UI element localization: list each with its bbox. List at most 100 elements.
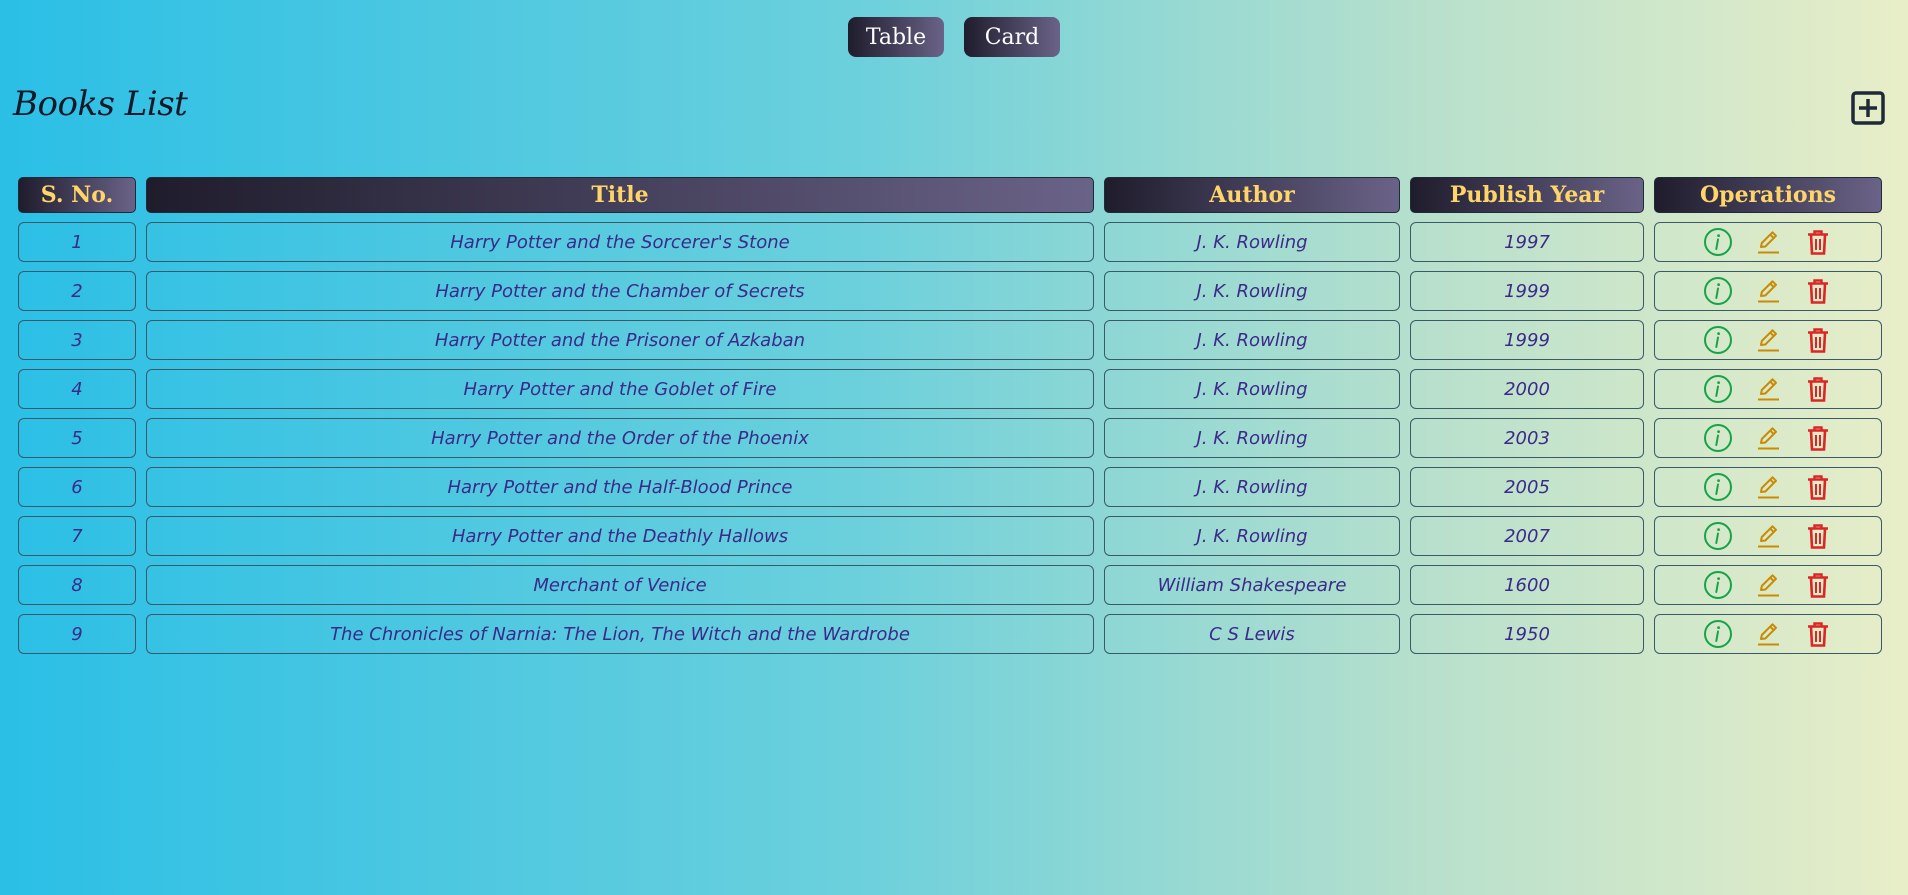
show-details-button[interactable] <box>1702 569 1734 601</box>
trash-icon <box>1808 426 1828 451</box>
cell-author: J. K. Rowling <box>1104 418 1400 458</box>
edit-book-button[interactable] <box>1752 324 1784 356</box>
cell-author: J. K. Rowling <box>1104 369 1400 409</box>
delete-book-button[interactable] <box>1802 373 1834 405</box>
cell-sno: 8 <box>18 565 136 605</box>
delete-book-button[interactable] <box>1802 422 1834 454</box>
show-details-button[interactable] <box>1702 520 1734 552</box>
delete-book-button[interactable] <box>1802 569 1834 601</box>
pencil-icon <box>1758 329 1779 352</box>
trash-icon <box>1808 622 1828 647</box>
cell-author: C S Lewis <box>1104 614 1400 654</box>
delete-book-button[interactable] <box>1802 226 1834 258</box>
info-circle-icon <box>1704 620 1732 648</box>
info-circle-icon <box>1704 375 1732 403</box>
show-details-button[interactable] <box>1702 422 1734 454</box>
edit-book-button[interactable] <box>1752 226 1784 258</box>
cell-author: William Shakespeare <box>1104 565 1400 605</box>
cell-author: J. K. Rowling <box>1104 516 1400 556</box>
table-row: 6 Harry Potter and the Half-Blood Prince J… <box>18 467 1882 507</box>
show-details-button[interactable] <box>1702 226 1734 258</box>
table-view-button[interactable]: Table <box>848 17 944 57</box>
pencil-icon <box>1758 623 1779 646</box>
header-publish-year: Publish Year <box>1410 177 1644 213</box>
add-book-button[interactable] <box>1851 91 1885 125</box>
cell-author: J. K. Rowling <box>1104 467 1400 507</box>
edit-book-button[interactable] <box>1752 618 1784 650</box>
table-row: 1 Harry Potter and the Sorcerer's Stone J.… <box>18 222 1882 262</box>
view-toggle: Table Card <box>0 17 1908 57</box>
info-circle-icon <box>1704 228 1732 256</box>
table-row: 2 Harry Potter and the Chamber of Secrets… <box>18 271 1882 311</box>
cell-publish-year: 2000 <box>1410 369 1644 409</box>
edit-book-button[interactable] <box>1752 471 1784 503</box>
pencil-icon <box>1758 427 1779 450</box>
cell-operations <box>1654 369 1882 409</box>
cell-title: Harry Potter and the Half-Blood Prince <box>146 467 1094 507</box>
cell-operations <box>1654 418 1882 458</box>
edit-book-button[interactable] <box>1752 275 1784 307</box>
info-circle-icon <box>1704 424 1732 452</box>
cell-sno: 6 <box>18 467 136 507</box>
cell-sno: 2 <box>18 271 136 311</box>
cell-operations <box>1654 516 1882 556</box>
delete-book-button[interactable] <box>1802 618 1834 650</box>
pencil-icon <box>1758 231 1779 254</box>
cell-sno: 4 <box>18 369 136 409</box>
info-circle-icon <box>1704 326 1732 354</box>
info-circle-icon <box>1704 522 1732 550</box>
cell-title: Harry Potter and the Order of the Phoeni… <box>146 418 1094 458</box>
edit-book-button[interactable] <box>1752 422 1784 454</box>
pencil-icon <box>1758 574 1779 597</box>
cell-publish-year: 2003 <box>1410 418 1644 458</box>
pencil-icon <box>1758 378 1779 401</box>
show-details-button[interactable] <box>1702 618 1734 650</box>
cell-title: Harry Potter and the Deathly Hallows <box>146 516 1094 556</box>
cell-operations <box>1654 614 1882 654</box>
cell-publish-year: 1999 <box>1410 320 1644 360</box>
cell-sno: 3 <box>18 320 136 360</box>
cell-operations <box>1654 222 1882 262</box>
page-title: Books List <box>13 84 188 124</box>
cell-author: J. K. Rowling <box>1104 271 1400 311</box>
cell-author: J. K. Rowling <box>1104 320 1400 360</box>
edit-book-button[interactable] <box>1752 373 1784 405</box>
info-circle-icon <box>1704 277 1732 305</box>
card-view-button[interactable]: Card <box>964 17 1060 57</box>
show-details-button[interactable] <box>1702 324 1734 356</box>
table-header-row: S. No. Title Author Publish Year Operati… <box>18 177 1882 213</box>
cell-publish-year: 2007 <box>1410 516 1644 556</box>
delete-book-button[interactable] <box>1802 275 1834 307</box>
cell-publish-year: 2005 <box>1410 467 1644 507</box>
edit-book-button[interactable] <box>1752 520 1784 552</box>
show-details-button[interactable] <box>1702 471 1734 503</box>
trash-icon <box>1808 524 1828 549</box>
pencil-icon <box>1758 280 1779 303</box>
table-row: 4 Harry Potter and the Goblet of Fire J. K… <box>18 369 1882 409</box>
delete-book-button[interactable] <box>1802 520 1834 552</box>
cell-title: Harry Potter and the Prisoner of Azkaban <box>146 320 1094 360</box>
header-operations: Operations <box>1654 177 1882 213</box>
books-table: S. No. Title Author Publish Year Operati… <box>8 168 1892 663</box>
cell-title: Merchant of Venice <box>146 565 1094 605</box>
trash-icon <box>1808 230 1828 255</box>
cell-operations <box>1654 320 1882 360</box>
cell-author: J. K. Rowling <box>1104 222 1400 262</box>
cell-operations <box>1654 565 1882 605</box>
delete-book-button[interactable] <box>1802 324 1834 356</box>
cell-operations <box>1654 271 1882 311</box>
show-details-button[interactable] <box>1702 275 1734 307</box>
header-title: Title <box>146 177 1094 213</box>
cell-sno: 7 <box>18 516 136 556</box>
edit-book-button[interactable] <box>1752 569 1784 601</box>
trash-icon <box>1808 377 1828 402</box>
delete-book-button[interactable] <box>1802 471 1834 503</box>
show-details-button[interactable] <box>1702 373 1734 405</box>
cell-publish-year: 1600 <box>1410 565 1644 605</box>
cell-operations <box>1654 467 1882 507</box>
table-row: 8 Merchant of Venice William Shakespeare 16… <box>18 565 1882 605</box>
cell-publish-year: 1999 <box>1410 271 1644 311</box>
trash-icon <box>1808 573 1828 598</box>
trash-icon <box>1808 279 1828 304</box>
plus-square-icon <box>1851 91 1885 125</box>
